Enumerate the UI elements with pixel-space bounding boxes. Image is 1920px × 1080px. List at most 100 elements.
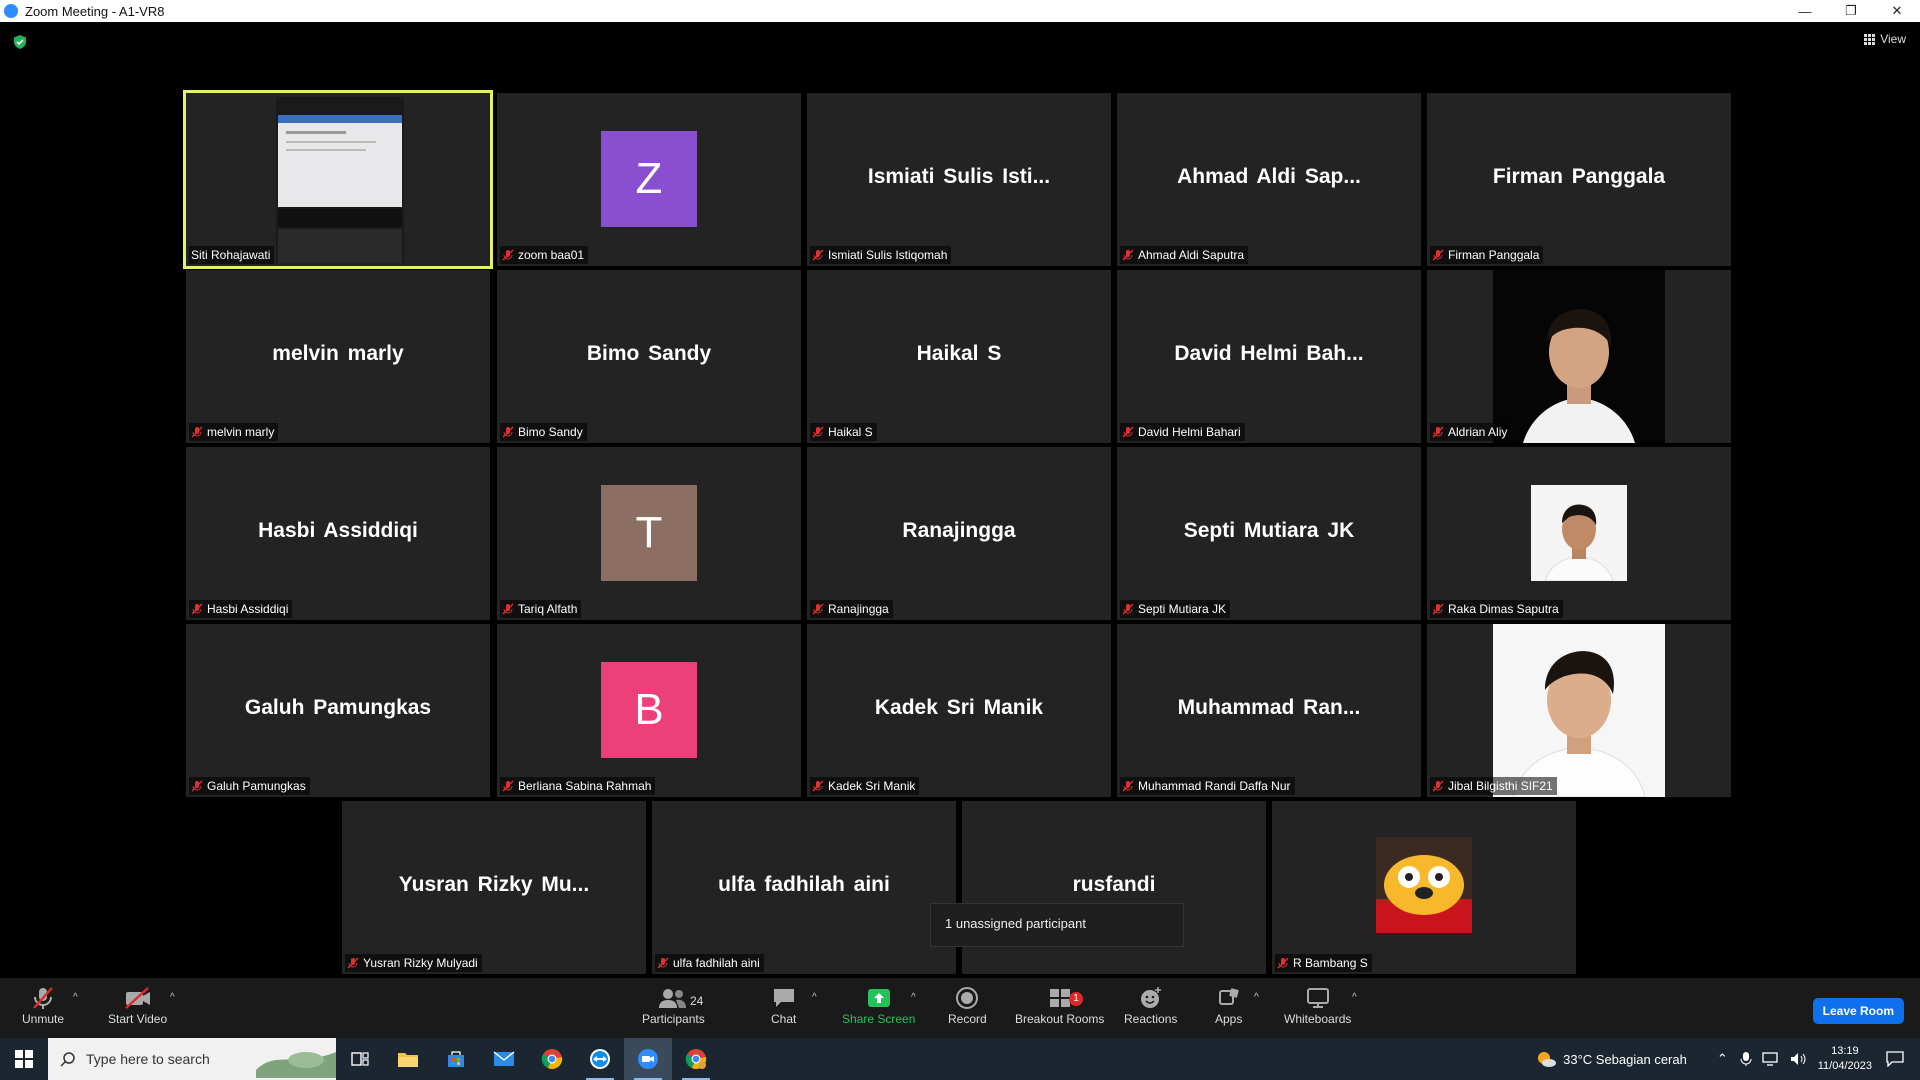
participant-display-name: ulfa fadhilah aini	[718, 873, 890, 896]
video-tile[interactable]: T Tariq Alfath	[497, 447, 801, 620]
network-icon[interactable]	[1762, 1052, 1780, 1066]
chrome-profile-button[interactable]	[672, 1038, 720, 1080]
mic-muted-icon	[1122, 780, 1134, 792]
video-tile[interactable]: Aldrian Aliy	[1427, 270, 1731, 443]
video-tile[interactable]: Jibal Bilgisthi SIF21	[1427, 624, 1731, 797]
weather-icon	[1538, 1052, 1557, 1067]
participant-name-label: zoom baa01	[500, 246, 589, 264]
weather-text[interactable]: 33°C Sebagian cerah	[1563, 1052, 1687, 1067]
video-tile[interactable]: melvin marly melvin marly	[186, 270, 490, 443]
participant-display-name: Galuh Pamungkas	[244, 696, 432, 719]
participant-display-name: Hasbi Assiddiqi	[258, 519, 418, 542]
chrome-button[interactable]	[528, 1038, 576, 1080]
video-tile[interactable]: Muhammad Ran... Muhammad Randi Daffa Nur	[1117, 624, 1421, 797]
whiteboards-options-caret-icon[interactable]: ^	[1352, 992, 1357, 1003]
mic-muted-icon	[502, 426, 514, 438]
mail-icon	[493, 1051, 515, 1066]
start-video-button[interactable]: Start Video	[108, 984, 167, 1026]
participant-name-label: R Bambang S	[1275, 954, 1372, 972]
store-icon	[448, 1051, 464, 1067]
mic-muted-icon	[502, 249, 514, 261]
teamviewer-button[interactable]	[576, 1038, 624, 1080]
security-shield-icon[interactable]	[12, 34, 28, 50]
participant-display-name: Haikal S	[916, 342, 1002, 365]
video-tile[interactable]: Galuh Pamungkas Galuh Pamungkas	[186, 624, 490, 797]
participant-display-name: Ahmad Aldi Sap...	[1177, 165, 1361, 188]
chat-button[interactable]: Chat	[771, 984, 796, 1026]
mic-muted-icon	[812, 249, 824, 261]
record-button[interactable]: Record	[948, 984, 987, 1026]
breakout-rooms-button[interactable]: Breakout Rooms	[1015, 984, 1104, 1026]
video-options-caret-icon[interactable]: ^	[170, 992, 175, 1003]
apps-button[interactable]: Apps	[1215, 984, 1242, 1026]
video-tile[interactable]: Yusran Rizky Mu... Yusran Rizky Mulyadi	[342, 801, 646, 974]
video-tile[interactable]: David Helmi Bah... David Helmi Bahari	[1117, 270, 1421, 443]
share-options-caret-icon[interactable]: ^	[911, 992, 916, 1003]
mic-muted-icon	[812, 426, 824, 438]
participant-video	[1493, 270, 1665, 443]
taskbar-search[interactable]: Type here to search	[48, 1038, 336, 1080]
participant-name-label: Tariq Alfath	[500, 600, 582, 618]
video-tile[interactable]: R Bambang S	[1272, 801, 1576, 974]
cartoon-avatar	[1376, 837, 1472, 933]
reactions-button[interactable]: Reactions	[1124, 984, 1177, 1026]
close-button[interactable]: ✕	[1874, 0, 1920, 22]
video-tile[interactable]: ulfa fadhilah aini ulfa fadhilah aini	[652, 801, 956, 974]
share-screen-button[interactable]: Share Screen	[842, 984, 915, 1026]
store-button[interactable]	[432, 1038, 480, 1080]
unassigned-participant-tooltip: 1 unassigned participant	[930, 903, 1184, 947]
file-explorer-button[interactable]	[384, 1038, 432, 1080]
participant-name-label: Raka Dimas Saputra	[1430, 600, 1563, 618]
participant-name-label: Kadek Sri Manik	[810, 777, 920, 795]
mic-muted-icon	[1432, 249, 1444, 261]
chat-options-caret-icon[interactable]: ^	[812, 992, 817, 1003]
apps-options-caret-icon[interactable]: ^	[1254, 992, 1259, 1003]
leave-room-button[interactable]: Leave Room	[1812, 998, 1904, 1024]
video-tile[interactable]: Haikal S Haikal S	[807, 270, 1111, 443]
video-off-icon	[123, 984, 153, 1012]
participant-name-label: David Helmi Bahari	[1120, 423, 1245, 441]
volume-icon[interactable]	[1790, 1052, 1808, 1066]
chrome-icon	[541, 1049, 563, 1069]
video-tile[interactable]: Bimo Sandy Bimo Sandy	[497, 270, 801, 443]
unmute-button[interactable]: Unmute	[22, 984, 64, 1026]
show-hidden-icons-icon[interactable]: ⌃	[1717, 1051, 1728, 1067]
chat-icon	[772, 984, 796, 1012]
mic-muted-icon	[1122, 426, 1134, 438]
notifications-icon[interactable]	[1886, 1051, 1904, 1067]
video-tile[interactable]: B Berliana Sabina Rahmah	[497, 624, 801, 797]
audio-options-caret-icon[interactable]: ^	[73, 992, 78, 1003]
task-view-button[interactable]	[336, 1038, 384, 1080]
video-tile[interactable]: Hasbi Assiddiqi Hasbi Assiddiqi	[186, 447, 490, 620]
video-tile[interactable]: Firman Panggala Firman Panggala	[1427, 93, 1731, 266]
participant-photo	[1531, 485, 1627, 581]
taskbar-clock[interactable]: 13:19 11/04/2023	[1818, 1044, 1872, 1074]
windows-logo-icon	[15, 1050, 33, 1068]
participant-display-name: rusfandi	[1072, 873, 1156, 896]
participant-display-name: Ismiati Sulis Isti...	[867, 165, 1051, 188]
microphone-tray-icon[interactable]	[1740, 1051, 1752, 1067]
start-button[interactable]	[0, 1038, 48, 1080]
zoom-taskbar-button[interactable]	[624, 1038, 672, 1080]
video-tile[interactable]: Ismiati Sulis Isti... Ismiati Sulis Isti…	[807, 93, 1111, 266]
shared-screen-video	[276, 97, 404, 263]
participant-display-name: melvin marly	[272, 342, 404, 365]
record-icon	[955, 984, 979, 1012]
video-tile[interactable]: rusfandi	[962, 801, 1266, 974]
view-button[interactable]: View	[1864, 32, 1906, 46]
mail-button[interactable]	[480, 1038, 528, 1080]
video-tile[interactable]: Kadek Sri Manik Kadek Sri Manik	[807, 624, 1111, 797]
participant-name-label: Berliana Sabina Rahmah	[500, 777, 656, 795]
video-tile[interactable]: Raka Dimas Saputra	[1427, 447, 1731, 620]
video-tile[interactable]: Z zoom baa01	[497, 93, 801, 266]
video-tile[interactable]: Ranajingga Ranajingga	[807, 447, 1111, 620]
video-tile[interactable]: Siti Rohajawati	[183, 90, 493, 269]
video-tile[interactable]: Septi Mutiara JK Septi Mutiara JK	[1117, 447, 1421, 620]
whiteboards-button[interactable]: Whiteboards	[1284, 984, 1351, 1026]
video-tile[interactable]: Ahmad Aldi Sap... Ahmad Aldi Saputra	[1117, 93, 1421, 266]
restore-button[interactable]: ❐	[1828, 0, 1874, 22]
minimize-button[interactable]: —	[1782, 0, 1828, 22]
avatar: Z	[601, 131, 697, 227]
participant-display-name: Yusran Rizky Mu...	[398, 873, 590, 896]
participant-name-label: Septi Mutiara JK	[1120, 600, 1231, 618]
